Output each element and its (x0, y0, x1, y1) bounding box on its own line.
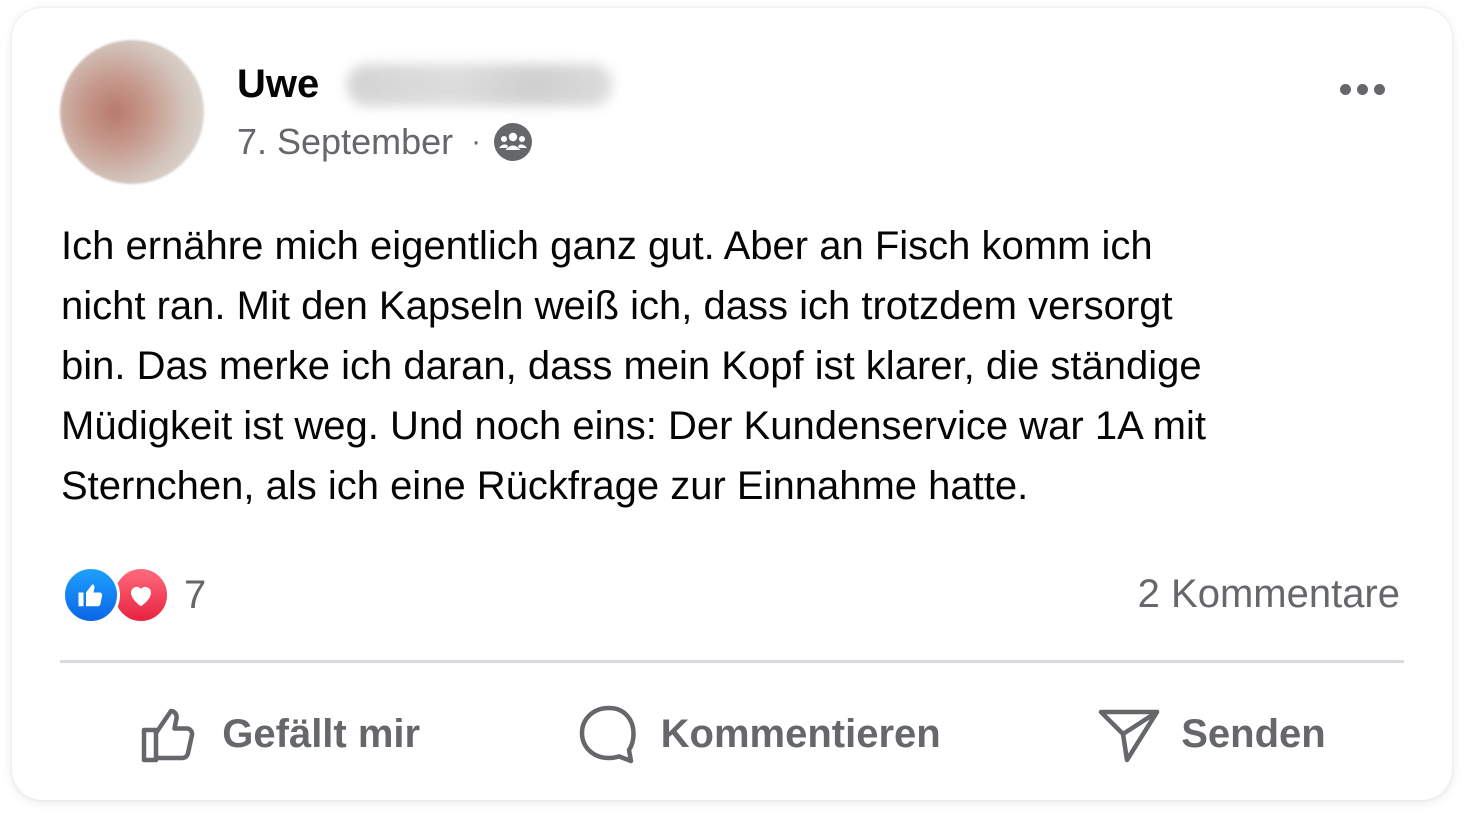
love-icon (112, 566, 170, 624)
comments-count[interactable]: 2 Kommentare (1138, 572, 1400, 617)
send-icon (1098, 709, 1160, 763)
like-button[interactable]: Gefällt mir (138, 702, 420, 766)
reaction-count: 7 (184, 572, 207, 617)
more-dot (1373, 83, 1385, 95)
more-dot (1356, 83, 1368, 95)
action-bar: Gefällt mir Kommentieren Senden (60, 688, 1404, 780)
reactions-summary[interactable]: 7 (62, 566, 206, 624)
send-button-label: Senden (1181, 711, 1326, 756)
comment-icon (579, 705, 636, 764)
post-card: Uwe 7. September · Ich ernähre mich eige… (12, 8, 1452, 800)
post-text: Ich ernähre mich eigentlich ganz gut. Ab… (61, 224, 1206, 508)
more-options-icon[interactable] (1332, 74, 1392, 104)
avatar[interactable] (60, 40, 204, 184)
thumbs-up-icon (142, 708, 195, 763)
post-meta: 7. September · (237, 120, 533, 164)
group-icon[interactable] (493, 122, 533, 162)
comment-button-label: Kommentieren (660, 711, 941, 756)
author-name[interactable]: Uwe (237, 60, 319, 108)
author-surname-blurred (347, 64, 612, 106)
divider (60, 660, 1404, 663)
like-icon (62, 566, 120, 624)
like-button-label: Gefällt mir (222, 711, 421, 756)
more-dot (1339, 83, 1351, 95)
send-button[interactable]: Senden (1097, 702, 1326, 766)
comment-button[interactable]: Kommentieren (577, 702, 941, 766)
meta-separator: · (471, 125, 482, 158)
post-date[interactable]: 7. September (237, 120, 453, 164)
